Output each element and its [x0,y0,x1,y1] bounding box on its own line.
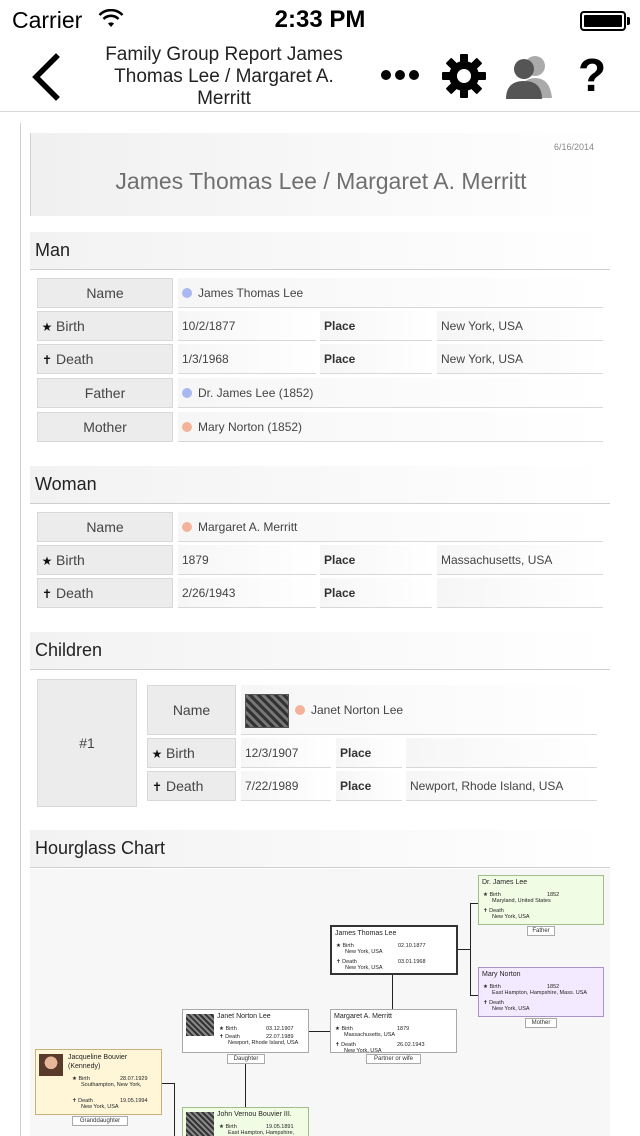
star-icon: ★ [41,554,53,568]
man-mother-value[interactable]: Mary Norton (1852) [178,412,603,442]
woman-death-place-label: Place [320,578,432,608]
man-birth-date: 10/2/1877 [178,311,316,341]
battery-icon [580,11,626,31]
star-icon: ★ [151,747,163,761]
report-content[interactable]: 6/16/2014 James Thomas Lee / Margaret A.… [0,113,640,1136]
woman-birth-place-label: Place [320,545,432,575]
hourglass-daughter-role: Daughter [227,1054,265,1064]
man-birth-place-label: Place [320,311,432,341]
section-hourglass-heading: Hourglass Chart [30,830,610,868]
report-title: James Thomas Lee / Margaret A. Merritt [115,168,527,194]
section-man-heading: Man [30,232,610,270]
woman-death-label: ✝ Death [37,578,173,608]
man-death-label: ✝ Death [37,344,173,374]
man-birth-label: ★ Birth [37,311,173,341]
hourglass-self-card[interactable]: James Thomas Lee ★ Birth 02.10.1877 New … [330,925,458,975]
hourglass-mother-card[interactable]: Mary Norton ★ Birth 1852 East Hampton, H… [478,967,604,1017]
child-birth-place-label: Place [336,738,402,768]
child-number: #1 [37,679,137,807]
man-name-label: Name [37,278,173,308]
man-death-place: New York, USA [437,344,603,374]
hourglass-father-card[interactable]: Dr. James Lee ★ Birth 1852 Maryland, Uni… [478,875,604,925]
hourglass-partner-role: Partner or wife [366,1054,421,1064]
hourglass-granddaughter-card[interactable]: Jacqueline Bouvier (Kennedy) ★ Birth 28.… [35,1049,162,1115]
daughter-photo [186,1014,214,1036]
woman-name-value[interactable]: Margaret A. Merritt [178,512,603,542]
man-death-place-label: Place [320,344,432,374]
back-chevron-icon[interactable] [22,52,72,102]
more-dots-icon[interactable] [380,60,420,90]
son-in-law-photo [186,1112,214,1136]
woman-death-date: 2/26/1943 [178,578,316,608]
child-birth-place [406,738,597,768]
man-father-value[interactable]: Dr. James Lee (1852) [178,378,603,408]
hourglass-partner-card[interactable]: Margaret A. Merritt ★ Birth 1879 Massach… [330,1009,457,1054]
gear-icon[interactable] [440,52,488,100]
hourglass-chart[interactable]: Dr. James Lee ★ Birth 1852 Maryland, Uni… [30,869,610,1136]
man-name-value[interactable]: James Thomas Lee [178,278,603,308]
child-death-label: ✝ Death [147,771,236,801]
report-date: 6/16/2014 [553,142,594,152]
child-photo [245,693,289,728]
child-name-label: Name [147,685,236,735]
star-icon: ★ [41,320,53,334]
hourglass-son-in-law-card[interactable]: John Vernou Bouvier III. ★ Birth 19.05.1… [182,1107,309,1136]
cross-icon: ✝ [41,587,53,601]
section-woman-heading: Woman [30,466,610,504]
help-button[interactable]: ? [570,48,614,102]
man-mother-label: Mother [37,412,173,442]
cross-icon: ✝ [41,353,53,367]
granddaughter-photo [39,1054,63,1076]
child-death-date: 7/22/1989 [241,771,331,801]
hourglass-daughter-card[interactable]: Janet Norton Lee ★ Birth 03.12.1907 ✝ De… [182,1009,309,1053]
woman-birth-date: 1879 [178,545,316,575]
man-death-date: 1/3/1968 [178,344,316,374]
woman-birth-place: Massachusetts, USA [437,545,603,575]
child-death-place-label: Place [336,771,402,801]
hourglass-mother-role: Mother [525,1018,557,1028]
persons-icon[interactable] [502,52,554,100]
cross-icon: ✝ [151,780,163,794]
woman-birth-label: ★ Birth [37,545,173,575]
child-birth-date: 12/3/1907 [241,738,331,768]
child-birth-label: ★ Birth [147,738,236,768]
status-bar: Carrier 2:33 PM [0,0,640,40]
child-name-value[interactable]: Janet Norton Lee [241,685,597,735]
navigation-bar: Family Group Report James Thomas Lee / M… [0,40,640,112]
report-header: 6/16/2014 James Thomas Lee / Margaret A.… [30,133,610,216]
nav-title: Family Group Report James Thomas Lee / M… [105,44,343,109]
status-time: 2:33 PM [274,6,366,33]
woman-name-label: Name [37,512,173,542]
man-birth-place: New York, USA [437,311,603,341]
section-children-heading: Children [30,632,610,670]
woman-death-place [437,578,603,608]
hourglass-father-role: Father [527,926,555,936]
child-death-place: Newport, Rhode Island, USA [406,771,597,801]
man-father-label: Father [37,378,173,408]
hourglass-granddaughter-role: Granddaughter [72,1116,128,1126]
